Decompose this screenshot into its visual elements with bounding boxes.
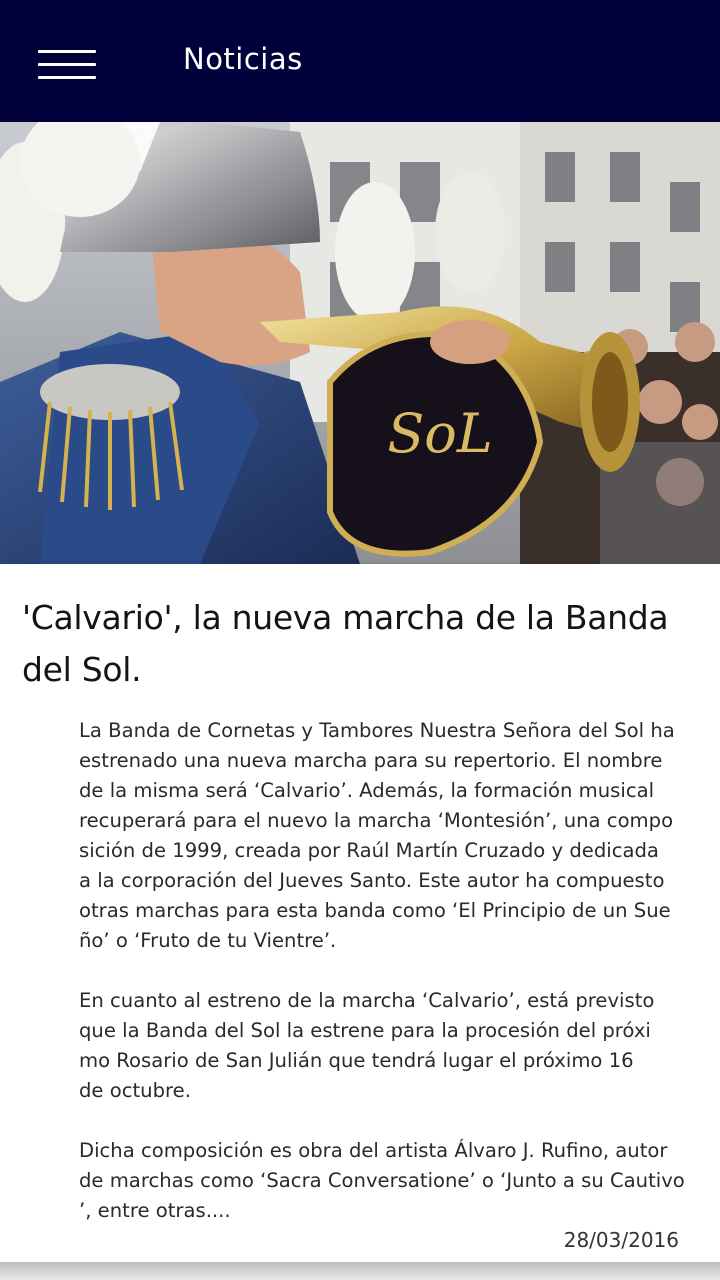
article-headline: 'Calvario', la nueva marcha de la Banda … bbox=[22, 598, 669, 689]
article-paragraph: En cuanto al estreno de la marcha ‘Calva… bbox=[79, 989, 655, 1102]
article-date: 28/03/2016 bbox=[563, 1228, 679, 1252]
article-body: La Banda de Cornetas y Tambores Nuestra … bbox=[79, 716, 689, 1226]
hamburger-menu-icon[interactable] bbox=[38, 48, 96, 82]
article-paragraph: Dicha composición es obra del artista Ál… bbox=[79, 1139, 685, 1222]
article-paragraph: La Banda de Cornetas y Tambores Nuestra … bbox=[79, 719, 675, 952]
article-image: SoL bbox=[0, 122, 720, 564]
article-card[interactable]: 'Calvario', la nueva marcha de la Banda … bbox=[0, 564, 720, 1262]
banner-lettering: SoL bbox=[387, 402, 492, 465]
page-title: Noticias bbox=[183, 42, 303, 76]
bottom-shadow bbox=[0, 1262, 720, 1280]
app-bar: Noticias bbox=[0, 0, 720, 122]
